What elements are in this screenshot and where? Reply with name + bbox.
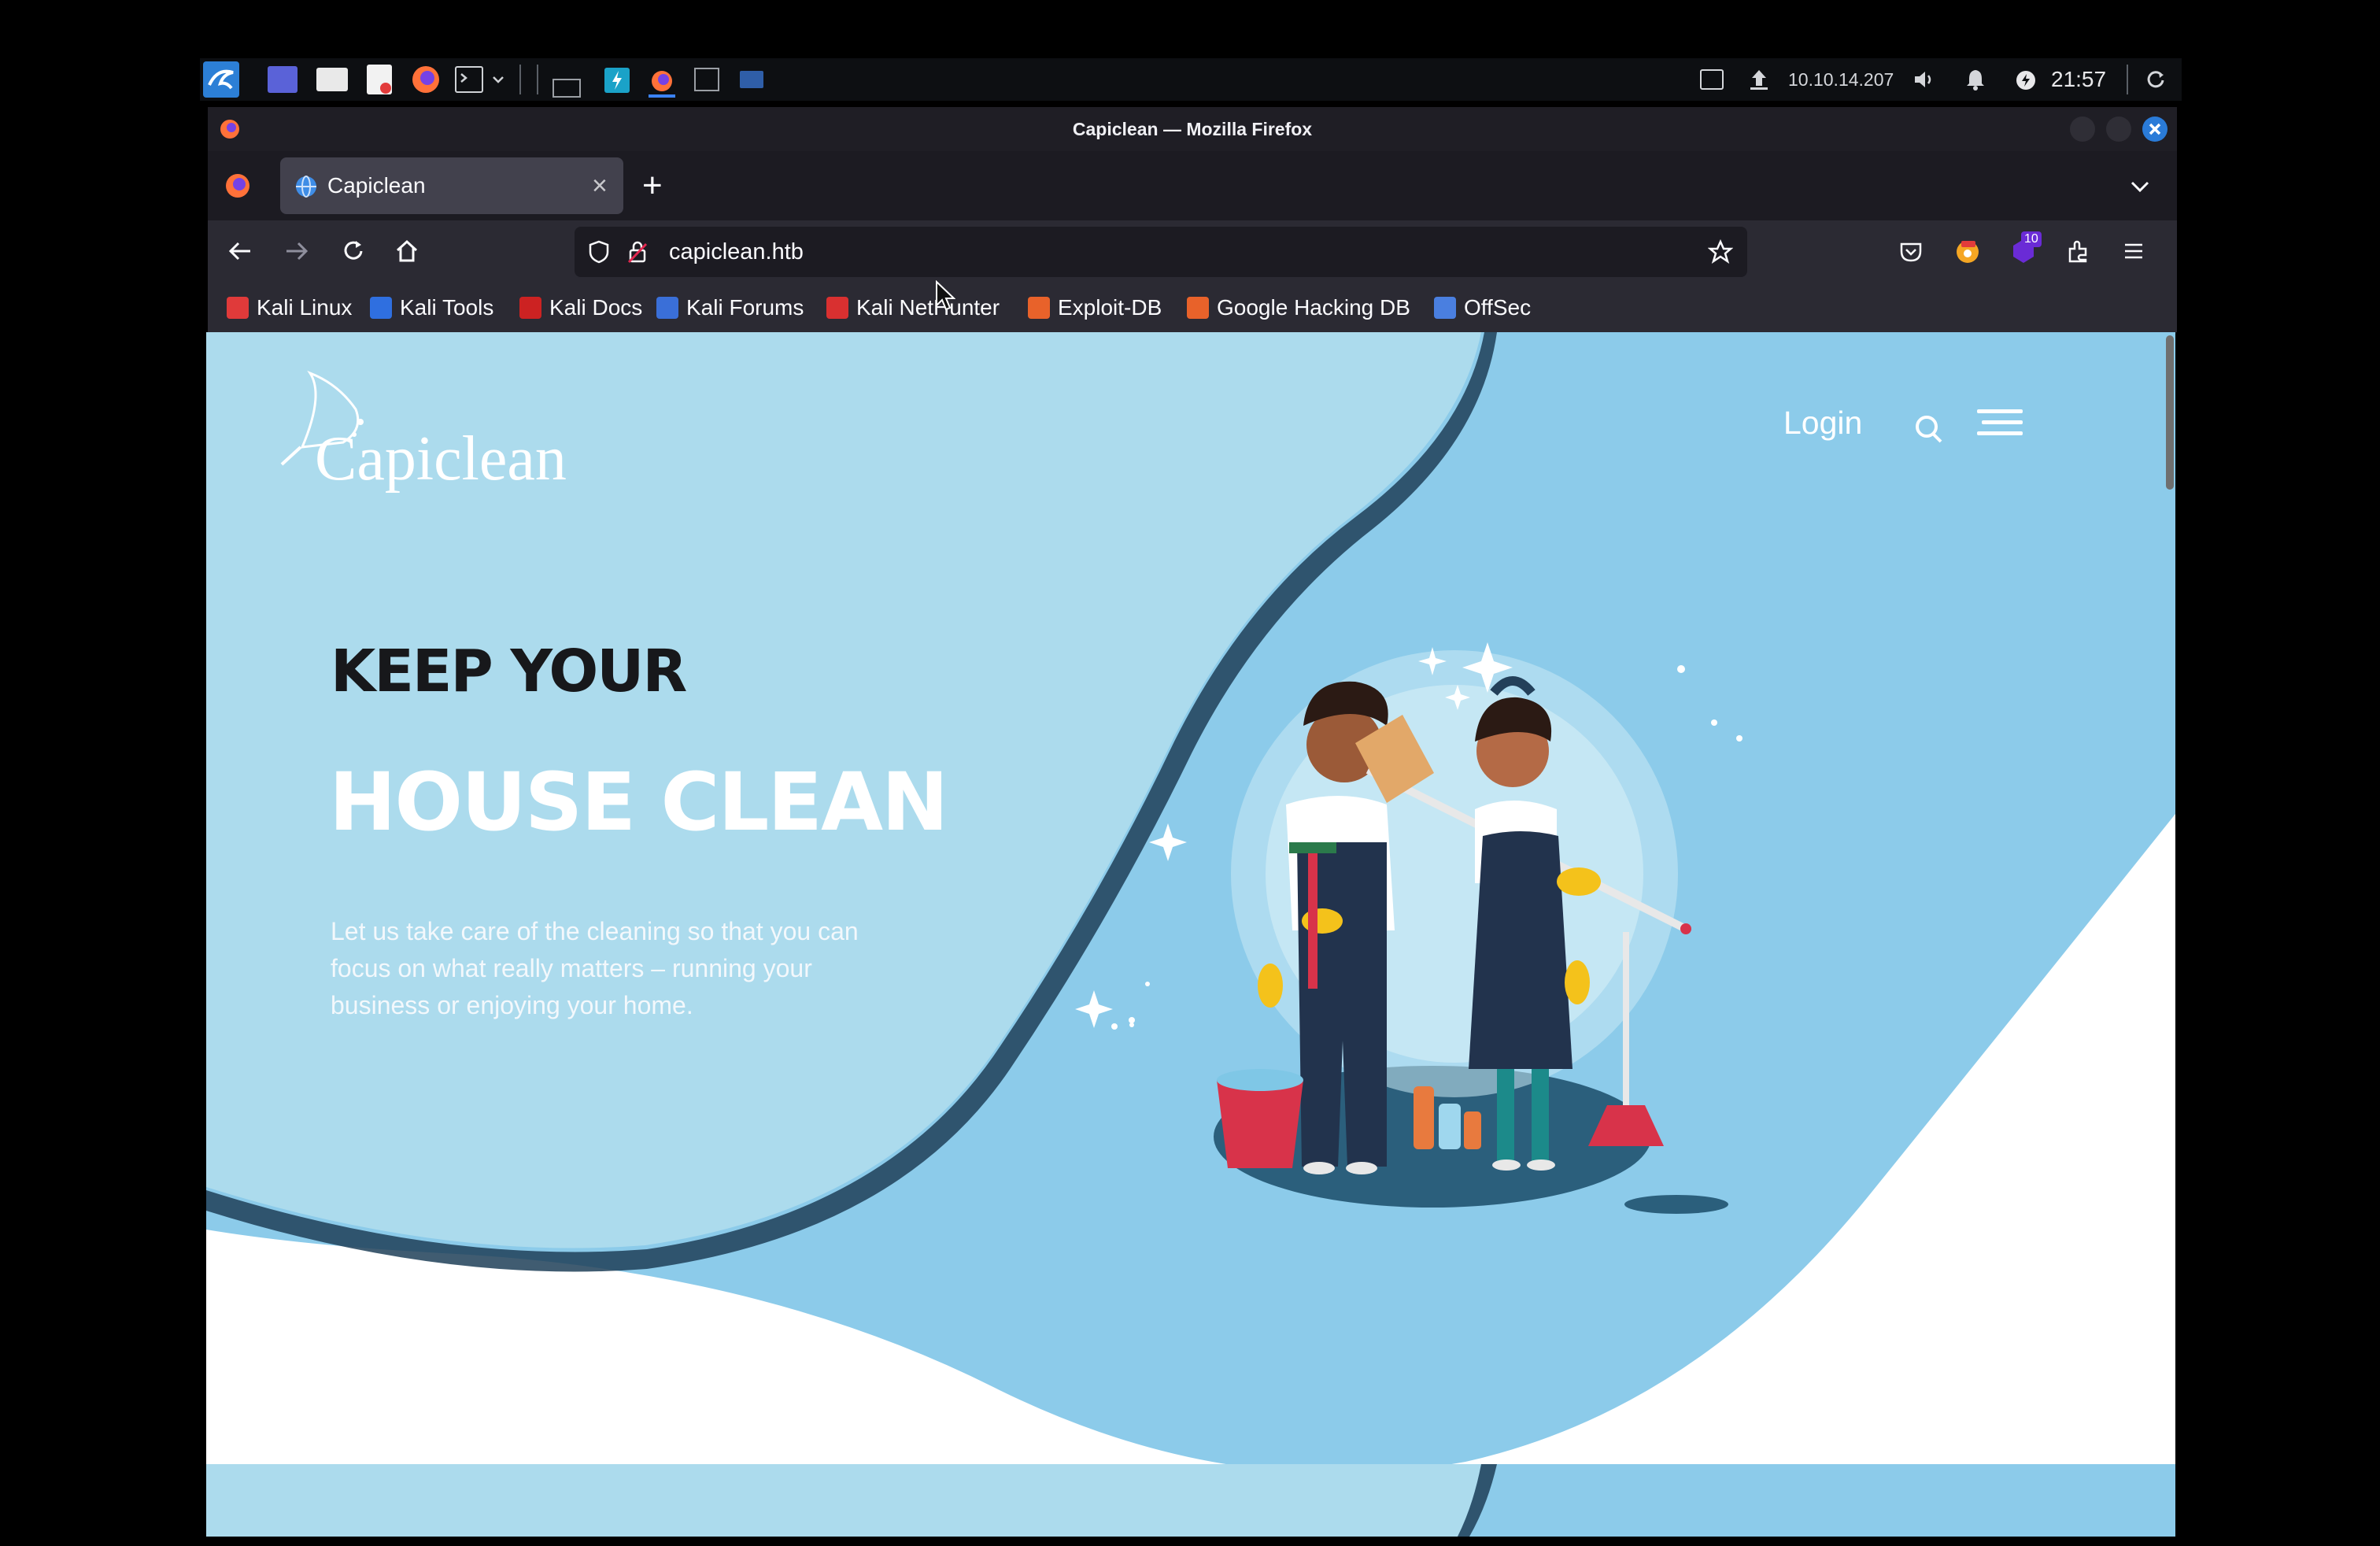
minimize-button[interactable] — [2070, 117, 2095, 142]
hero-title-line2: HOUSE CLEAN — [329, 756, 948, 849]
login-link[interactable]: Login — [1783, 405, 1862, 442]
power-status-icon[interactable] — [2015, 69, 2037, 91]
bookmark-label: Kali NetHunter — [856, 295, 1000, 320]
terminal-icon[interactable] — [455, 66, 483, 93]
web-content: Capiclean Login KEEP YOUR HOUSE CLEAN Le… — [206, 332, 2175, 1537]
bookmark-kali-nethunter[interactable]: Kali NetHunter — [826, 283, 1000, 332]
bookmark-kali-docs[interactable]: Kali Docs — [519, 283, 642, 332]
bookmark-kali-linux[interactable]: Kali Linux — [227, 283, 352, 332]
list-all-tabs-icon[interactable] — [2130, 176, 2150, 197]
tab-close-button[interactable]: × — [592, 157, 608, 214]
window-titlebar: Capiclean — Mozilla Firefox — [208, 107, 2177, 151]
lock-icon[interactable] — [626, 239, 649, 264]
desktop-icon[interactable] — [268, 66, 298, 93]
extensions-icon[interactable] — [2065, 238, 2092, 264]
search-button[interactable] — [1911, 409, 1946, 446]
workspace-icon[interactable] — [552, 79, 581, 98]
text-editor-icon[interactable] — [367, 65, 392, 94]
pocket-icon[interactable] — [1898, 239, 1924, 264]
bookmark-favicon-icon — [826, 297, 848, 319]
back-icon[interactable] — [227, 238, 253, 264]
home-icon[interactable] — [394, 238, 420, 264]
extension-badge-count: 10 — [2021, 231, 2042, 247]
bookmark-favicon-icon — [1434, 297, 1456, 319]
volume-icon[interactable] — [1913, 69, 1936, 90]
clock: 21:57 — [2051, 67, 2107, 91]
bookmark-label: Kali Tools — [400, 295, 494, 320]
firefox-icon[interactable] — [411, 65, 441, 94]
file-manager-icon[interactable] — [316, 68, 348, 91]
bookmarks-toolbar: Kali Linux Kali Tools Kali Docs Kali Forums… — [208, 283, 2177, 334]
mouse-cursor-icon — [935, 280, 955, 312]
bookmark-favicon-icon — [656, 297, 678, 319]
bookmark-google-hacking-db[interactable]: Google Hacking DB — [1187, 283, 1410, 332]
site-logo[interactable]: Capiclean — [315, 423, 567, 495]
screen-icon[interactable] — [1700, 69, 1724, 90]
menu-toggle-button[interactable] — [1972, 403, 2027, 442]
chevron-down-icon[interactable] — [491, 72, 505, 87]
tab-capiclean[interactable]: Capiclean × — [280, 157, 623, 214]
bookmark-label: Kali Docs — [549, 295, 643, 320]
tab-label: Capiclean — [327, 173, 426, 198]
taskbar: 10.10.14.207 21:57 — [200, 58, 2182, 101]
bookmark-kali-forums[interactable]: Kali Forums — [656, 283, 804, 332]
bookmark-favicon-icon — [1187, 297, 1209, 319]
bookmark-favicon-icon — [1028, 297, 1050, 319]
bell-icon[interactable] — [1964, 68, 1986, 91]
bookmark-kali-tools[interactable]: Kali Tools — [370, 283, 493, 332]
globe-icon — [294, 175, 318, 198]
logout-icon[interactable] — [2145, 69, 2168, 91]
forward-icon[interactable] — [283, 238, 310, 264]
shield-icon[interactable] — [587, 239, 611, 264]
bookmark-label: Google Hacking DB — [1217, 295, 1410, 320]
bookmark-favicon-icon — [227, 297, 249, 319]
bookmark-label: OffSec — [1464, 295, 1532, 320]
bookmark-favicon-icon — [519, 297, 541, 319]
tab-bar: Capiclean × + — [208, 151, 2177, 220]
url-text[interactable]: capiclean.htb — [669, 227, 804, 277]
bookmark-label: Exploit-DB — [1058, 295, 1162, 320]
reload-icon[interactable] — [340, 238, 367, 264]
menu-icon[interactable] — [2122, 239, 2145, 263]
network-icon[interactable] — [1747, 68, 1771, 91]
firefox-view-icon[interactable] — [224, 172, 252, 200]
hero-title-line1: KEEP YOUR — [331, 638, 687, 705]
page-scrollbar[interactable] — [2166, 335, 2174, 490]
extension-icon[interactable] — [1953, 236, 1982, 264]
kali-menu-icon[interactable] — [203, 61, 239, 98]
maximize-button[interactable] — [2106, 117, 2131, 142]
bookmark-favicon-icon — [370, 297, 392, 319]
bookmark-offsec[interactable]: OffSec — [1434, 283, 1531, 332]
app-launcher-icon[interactable] — [604, 68, 630, 93]
bookmark-exploit-db[interactable]: Exploit-DB — [1028, 283, 1162, 332]
terminal-window-icon[interactable] — [694, 68, 719, 91]
bookmark-label: Kali Forums — [686, 295, 804, 320]
hero-description: Let us take care of the cleaning so that… — [331, 917, 859, 1019]
new-tab-button[interactable]: + — [642, 151, 663, 220]
bookmark-label: Kali Linux — [257, 295, 353, 320]
navigation-toolbar: capiclean.htb 10 — [208, 220, 2177, 283]
bookmark-star-icon[interactable] — [1708, 239, 1733, 264]
close-window-button[interactable] — [2142, 117, 2168, 142]
window-title: Capiclean — Mozilla Firefox — [1072, 119, 1313, 139]
address-bar[interactable]: capiclean.htb — [575, 227, 1747, 277]
firefox-window-icon[interactable] — [649, 68, 675, 98]
ip-address: 10.10.14.207 — [1788, 69, 1894, 90]
folder-window-icon[interactable] — [740, 71, 763, 88]
